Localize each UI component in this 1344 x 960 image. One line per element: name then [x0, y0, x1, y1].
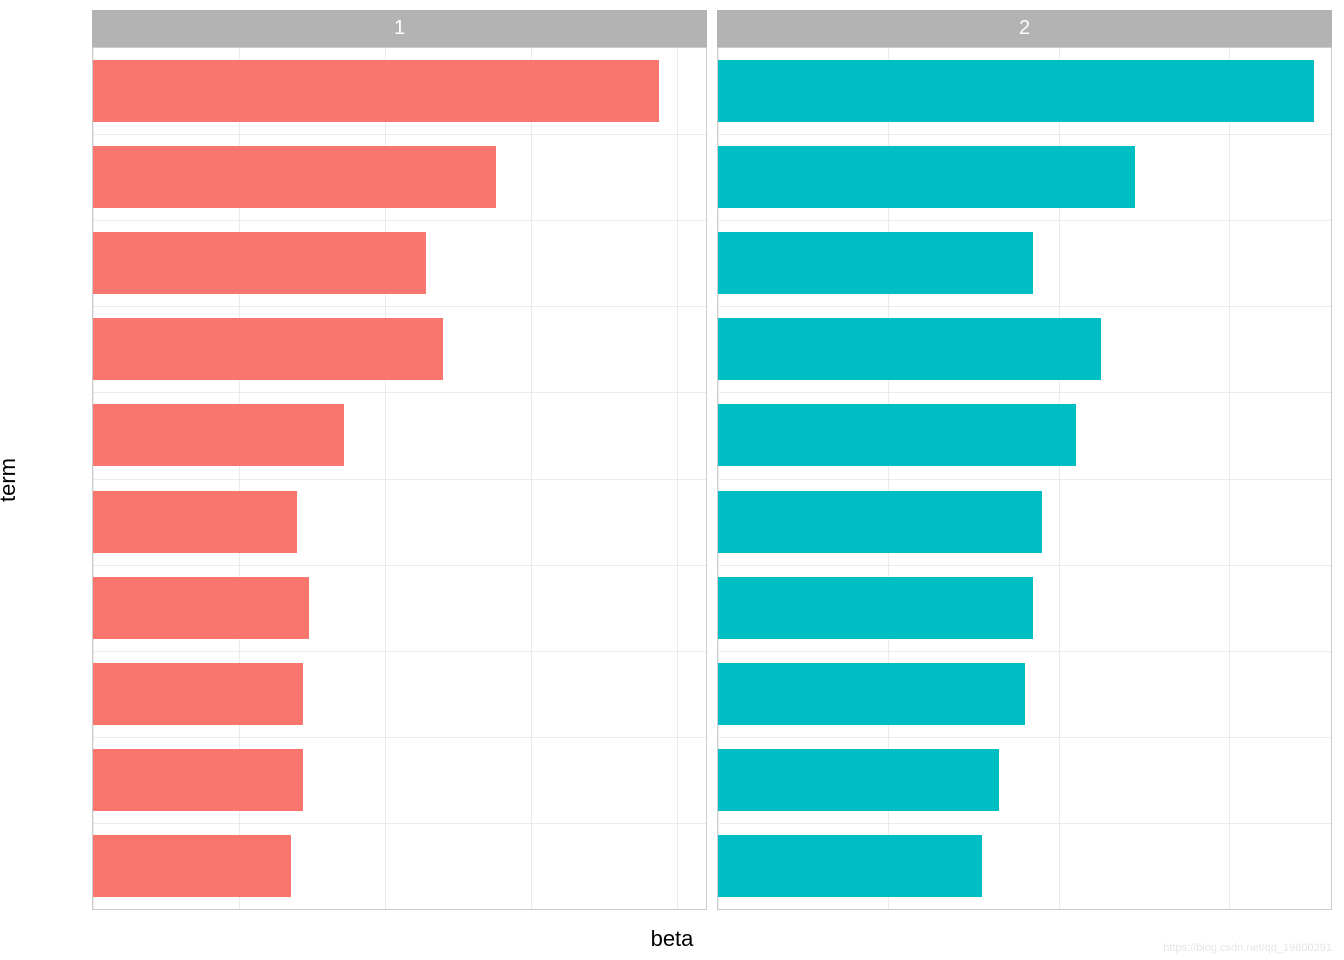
gridline-h	[718, 651, 1331, 652]
gridline-h	[718, 306, 1331, 307]
bar-government	[718, 318, 1101, 380]
gridline-h	[93, 479, 706, 480]
plot-area: 1 0.00000.00250.00500.00750.0100percentm…	[92, 10, 1332, 910]
gridline-h	[93, 134, 706, 135]
bar-percent	[93, 60, 659, 122]
facet-2: 2 0.0000.0020.0040.006ipresidentnewgover…	[717, 10, 1332, 910]
bar-president	[718, 146, 1135, 208]
gridline-h	[93, 737, 706, 738]
gridline-h	[718, 823, 1331, 824]
bar-new	[93, 318, 443, 380]
bar-two	[718, 663, 1025, 725]
y-axis-title: term	[0, 458, 21, 502]
gridline-h	[93, 306, 706, 307]
bar-people	[93, 491, 297, 553]
x-axis-title: beta	[651, 926, 694, 952]
gridline-h	[718, 565, 1331, 566]
gridline-h	[93, 392, 706, 393]
bar-i	[718, 60, 1314, 122]
facet-strip-1: 1	[92, 10, 707, 47]
gridline-h	[718, 134, 1331, 135]
bar-states	[718, 835, 982, 897]
gridline-h	[718, 392, 1331, 393]
panel-1: 0.00000.00250.00500.00750.0100percentmil…	[92, 47, 707, 910]
bar-year	[93, 232, 426, 294]
bar-new	[718, 232, 1033, 294]
gridline-h	[718, 737, 1331, 738]
facet-strip-2: 2	[717, 10, 1332, 47]
gridline-h	[718, 220, 1331, 221]
bar-years	[718, 749, 999, 811]
bar-soviet	[718, 491, 1042, 553]
gridline-h	[93, 565, 706, 566]
panel-2: 0.0000.0020.0040.006ipresidentnewgovernm…	[717, 47, 1332, 910]
gridline-h	[93, 651, 706, 652]
bar-people	[718, 404, 1076, 466]
watermark-text: https://blog.csdn.net/qq_19600291	[1163, 942, 1332, 954]
gridline-h	[718, 479, 1331, 480]
gridline-h	[93, 823, 706, 824]
bar-market	[93, 835, 291, 897]
bar-company	[93, 749, 303, 811]
bar-billion	[93, 404, 344, 466]
bar-bush	[718, 577, 1033, 639]
gridline-h	[93, 220, 706, 221]
facet-1: 1 0.00000.00250.00500.00750.0100percentm…	[92, 10, 707, 910]
bar-last	[93, 577, 309, 639]
bar-two	[93, 663, 303, 725]
bar-million	[93, 146, 496, 208]
